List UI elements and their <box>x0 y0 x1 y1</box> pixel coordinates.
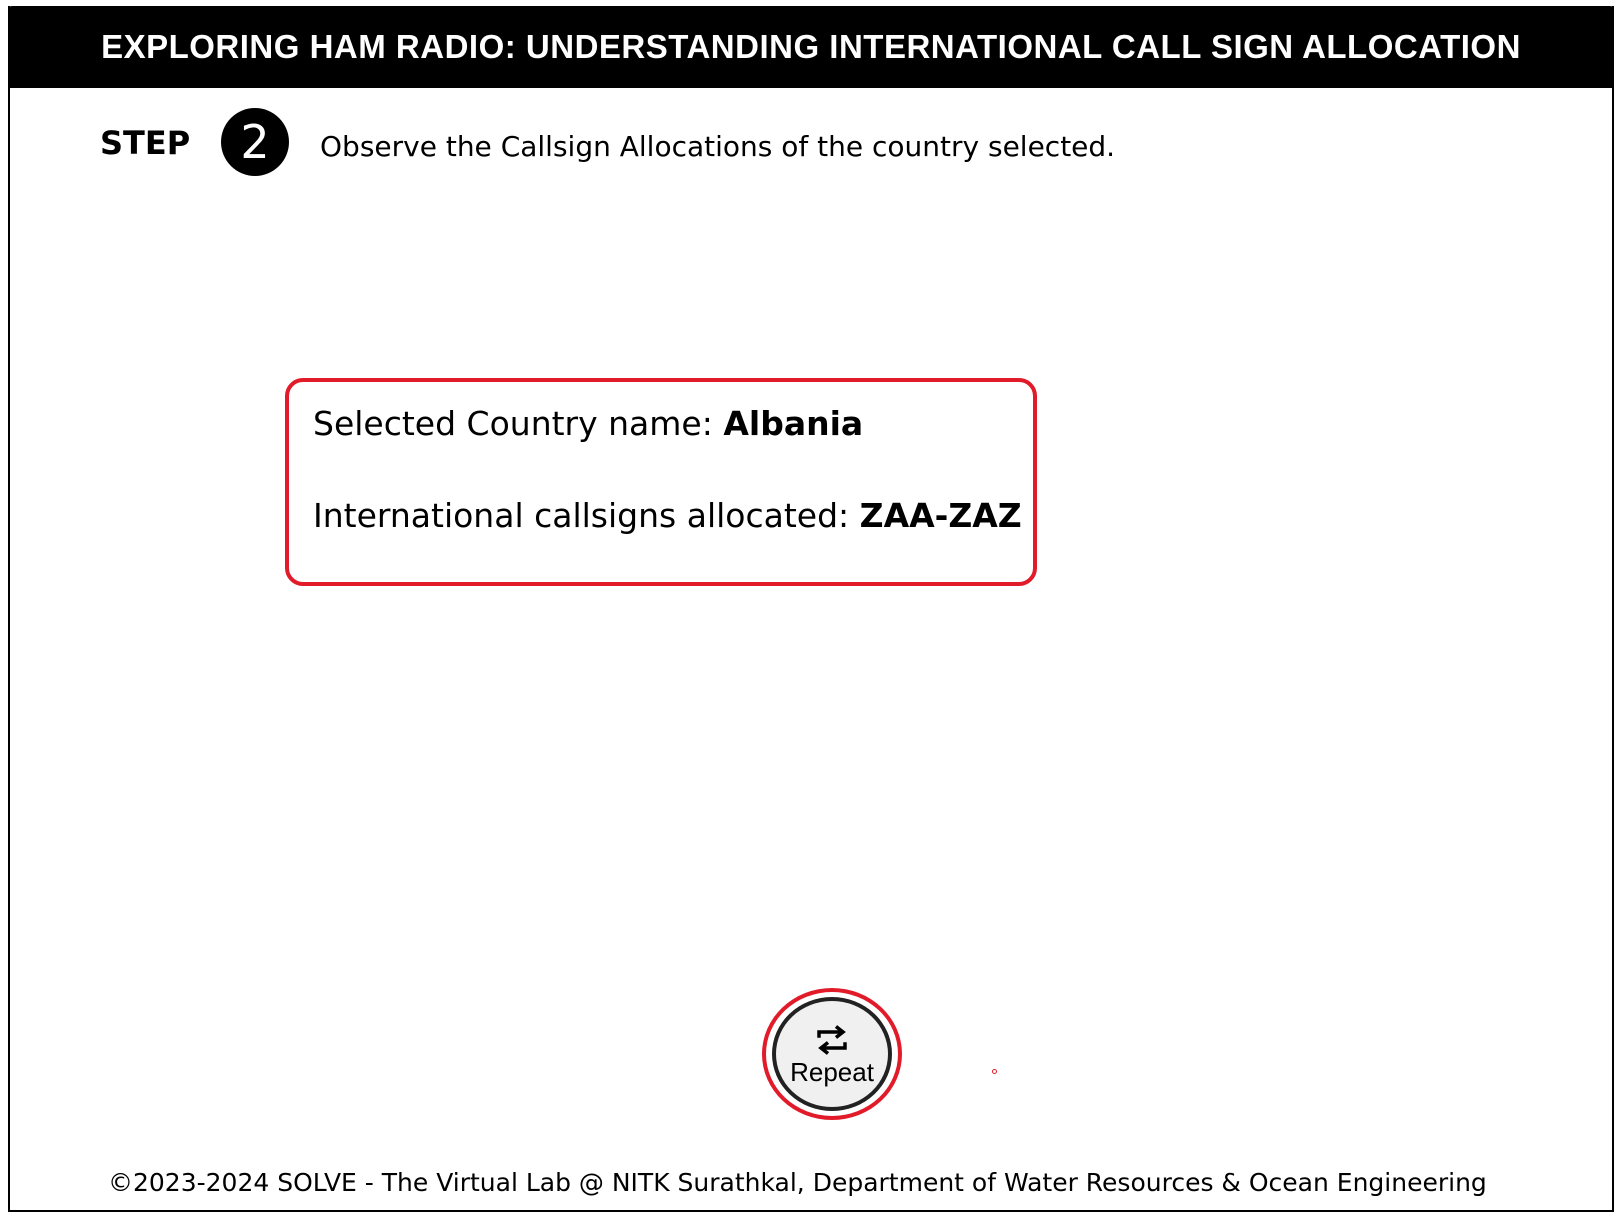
step-number: 2 <box>240 115 270 169</box>
country-label: Selected Country name: <box>313 404 713 443</box>
callsign-value: ZAA-ZAZ <box>859 496 1022 535</box>
repeat-icon <box>817 1024 847 1055</box>
step-number-badge: 2 <box>221 108 289 176</box>
step-instruction: Observe the Callsign Allocations of the … <box>320 130 1116 163</box>
footer-copyright: ©2023-2024 SOLVE - The Virtual Lab @ NIT… <box>108 1168 1487 1197</box>
cursor-marker <box>992 1069 997 1074</box>
callsign-info-box: Selected Country name: Albania Internati… <box>285 378 1037 586</box>
step-label: STEP <box>100 124 191 162</box>
repeat-button-face[interactable]: Repeat <box>772 997 892 1111</box>
repeat-button-label: Repeat <box>790 1056 874 1087</box>
callsign-row: International callsigns allocated: ZAA-Z… <box>313 496 1022 535</box>
callsign-label: International callsigns allocated: <box>313 496 850 535</box>
page-title: EXPLORING HAM RADIO: UNDERSTANDING INTER… <box>101 28 1521 65</box>
page-title-bar: EXPLORING HAM RADIO: UNDERSTANDING INTER… <box>8 6 1614 88</box>
repeat-button[interactable]: Repeat <box>762 988 902 1120</box>
country-row: Selected Country name: Albania <box>313 404 863 443</box>
country-value: Albania <box>723 404 864 443</box>
